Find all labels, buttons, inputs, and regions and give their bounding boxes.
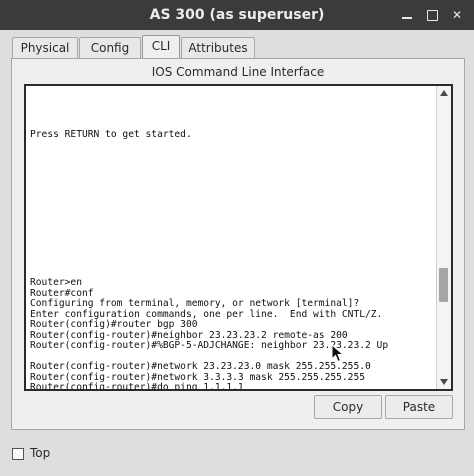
minimize-icon[interactable] (399, 7, 415, 23)
terminal-line: Router>en (30, 277, 82, 288)
tab-cli[interactable]: CLI (142, 35, 180, 58)
terminal-line: Press RETURN to get started. (30, 129, 192, 140)
top-checkbox[interactable] (12, 448, 24, 460)
paste-button[interactable]: Paste (385, 395, 453, 419)
scrollbar-thumb[interactable] (439, 268, 448, 302)
terminal-line: Configuring from terminal, memory, or ne… (30, 298, 360, 309)
close-icon[interactable]: ✕ (449, 7, 465, 23)
top-label: Top (30, 446, 51, 460)
terminal-output[interactable]: Press RETURN to get started. Router>en R… (30, 86, 435, 389)
tab-physical[interactable]: Physical (12, 37, 78, 58)
tab-attributes[interactable]: Attributes (181, 37, 255, 58)
mouse-cursor-icon (331, 344, 345, 363)
tab-config[interactable]: Config (79, 37, 141, 58)
cli-terminal[interactable]: Press RETURN to get started. Router>en R… (24, 84, 453, 391)
terminal-line: Router(config)#router bgp 300 (30, 319, 198, 330)
terminal-line: Router(config-router)#do ping 1.1.1.1 (30, 382, 244, 391)
terminal-line: Router(config-router)#network 23.23.23.0… (30, 361, 371, 372)
copy-button[interactable]: Copy (314, 395, 382, 419)
terminal-scrollbar[interactable] (436, 86, 451, 389)
scroll-up-arrow-icon[interactable] (440, 90, 448, 96)
scroll-down-arrow-icon[interactable] (440, 379, 448, 385)
maximize-icon[interactable] (424, 7, 440, 23)
window-titlebar: AS 300 (as superuser) ✕ (0, 0, 474, 30)
panel-title: IOS Command Line Interface (151, 65, 325, 79)
